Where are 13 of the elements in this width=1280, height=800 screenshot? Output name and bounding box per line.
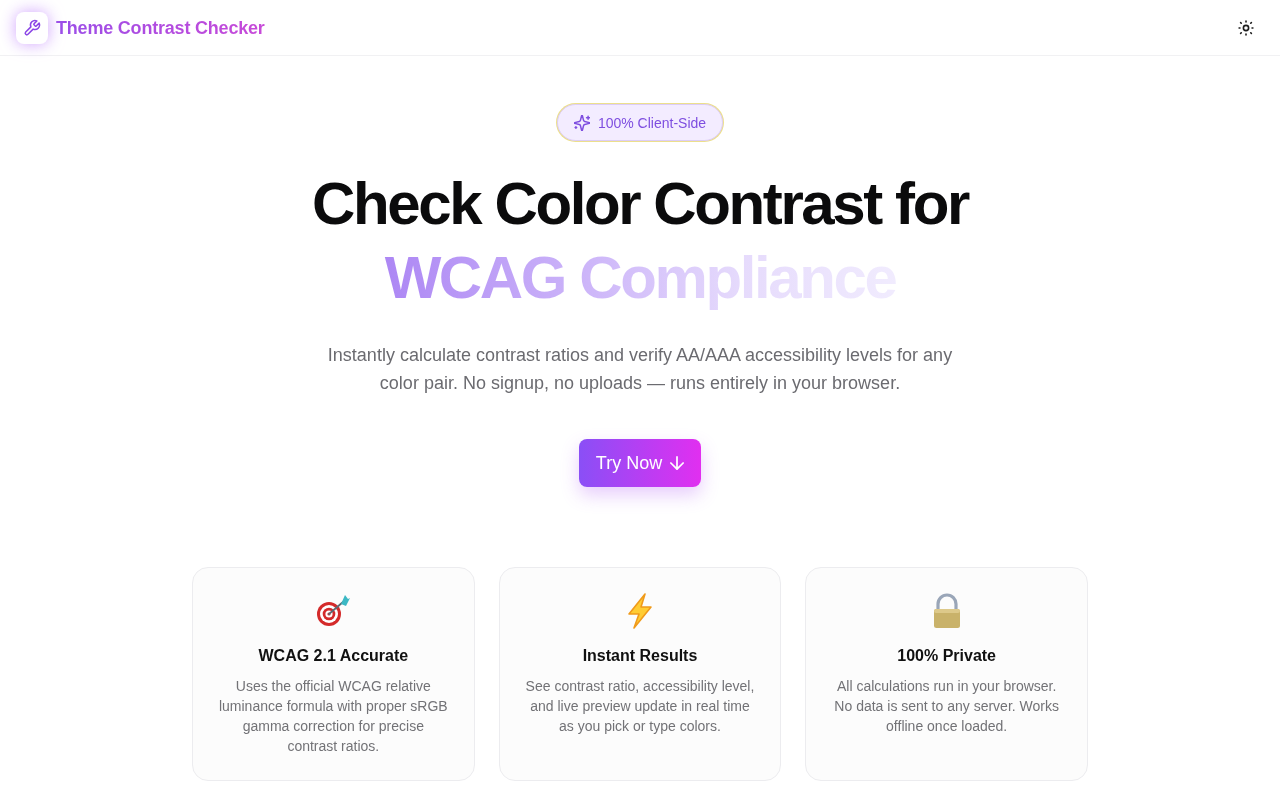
hero-description: Instantly calculate contrast ratios and verify AA/AAA accessibility levels for any color pair. No signup, no uploads — runs entirely in your browser. xyxy=(326,344,954,395)
feature-description: See contrast ratio, accessibility level, and live preview update in real time as you pick or type colors. xyxy=(524,677,756,736)
feature-title: Instant Results xyxy=(582,646,698,666)
target-icon xyxy=(315,593,352,629)
feature-title: 100% Private xyxy=(897,646,996,666)
sparkles-icon xyxy=(573,114,590,131)
badge-label: 100% Client-Side xyxy=(597,114,707,131)
arrow-down-icon xyxy=(670,456,685,470)
feature-description: All calculations run in your browser. No data is sent to any server. Works offline once loaded. xyxy=(833,677,1060,736)
try-now-button[interactable]: Try Now xyxy=(578,439,702,487)
sun-icon xyxy=(1238,19,1254,36)
feature-title: WCAG 2.1 Accurate xyxy=(258,646,409,666)
feature-description: Uses the official WCAG relative luminance formula with proper sRGB gamma correction for precise contrast ratios. xyxy=(217,677,449,756)
